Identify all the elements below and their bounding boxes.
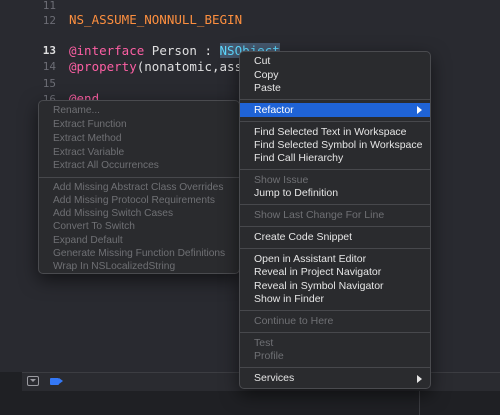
macro-token: NS_ASSUME_NONNULL_BEGIN [69,12,243,27]
menu-item-extract-variable[interactable]: Extract Variable [39,146,239,159]
property-attributes-text: (nonatomic,ass [136,59,243,74]
line-number: 14 [42,60,56,73]
menu-separator [240,169,430,170]
menu-item-show-last-change[interactable]: Show Last Change For Line [240,209,430,222]
menu-item-add-missing-protocol-requirements[interactable]: Add Missing Protocol Requirements [39,194,239,207]
menu-item-expand-default[interactable]: Expand Default [39,234,239,247]
refactor-submenu: Rename... Extract Function Extract Metho… [38,100,240,274]
menu-separator [240,99,430,100]
menu-item-extract-method[interactable]: Extract Method [39,132,239,145]
menu-item-test[interactable]: Test [240,337,430,350]
menu-item-convert-to-switch[interactable]: Convert To Switch [39,220,239,233]
menu-item-profile[interactable]: Profile [240,350,430,363]
menu-separator [240,332,430,333]
line-number-current: 13 [42,44,56,57]
menu-separator [240,226,430,227]
menu-item-rename[interactable]: Rename... [39,104,239,117]
menu-item-copy[interactable]: Copy [240,69,430,82]
menu-item-reveal-project-navigator[interactable]: Reveal in Project Navigator [240,266,430,279]
menu-item-services-label: Services [254,372,295,384]
line-number: 15 [42,77,56,90]
menu-item-generate-missing-function-definitions[interactable]: Generate Missing Function Definitions [39,247,239,260]
menu-item-jump-to-definition[interactable]: Jump to Definition [240,187,430,200]
menu-item-cut[interactable]: Cut [240,55,430,68]
menu-item-find-selected-text[interactable]: Find Selected Text in Workspace [240,126,430,139]
pane-divider[interactable] [419,391,420,415]
menu-item-show-in-finder[interactable]: Show in Finder [240,293,430,306]
menu-item-add-missing-abstract-overrides[interactable]: Add Missing Abstract Class Overrides [39,181,239,194]
submenu-arrow-icon [417,106,422,114]
hide-debug-area-icon[interactable] [27,376,39,386]
menu-separator [39,177,239,178]
menu-item-continue-to-here[interactable]: Continue to Here [240,315,430,328]
menu-separator [240,310,430,311]
menu-item-add-missing-switch-cases[interactable]: Add Missing Switch Cases [39,207,239,220]
breakpoint-toggle-icon[interactable] [50,378,63,385]
menu-item-reveal-symbol-navigator[interactable]: Reveal in Symbol Navigator [240,280,430,293]
menu-item-find-selected-symbol[interactable]: Find Selected Symbol in Workspace [240,139,430,152]
menu-item-services[interactable]: Services [240,372,430,385]
left-strip [0,372,22,415]
keyword-token: @property [69,59,137,74]
submenu-arrow-icon [417,375,422,383]
menu-item-open-assistant-editor[interactable]: Open in Assistant Editor [240,253,430,266]
line-number: 11 [42,0,56,12]
menu-item-refactor[interactable]: Refactor [240,103,430,117]
menu-separator [240,367,430,368]
menu-separator [240,204,430,205]
menu-item-refactor-label: Refactor [254,104,294,116]
keyword-token: @interface [69,43,145,58]
menu-item-extract-function[interactable]: Extract Function [39,118,239,131]
menu-item-find-call-hierarchy[interactable]: Find Call Hierarchy [240,152,430,165]
code-line[interactable]: @property(nonatomic,ass [69,59,242,74]
menu-item-extract-all-occurrences[interactable]: Extract All Occurrences [39,159,239,172]
line-number: 12 [42,14,56,27]
menu-item-create-code-snippet[interactable]: Create Code Snippet [240,231,430,244]
context-menu: Cut Copy Paste Refactor Find Selected Te… [239,51,431,389]
menu-item-paste[interactable]: Paste [240,82,430,95]
menu-item-wrap-in-nslocalizedstring[interactable]: Wrap In NSLocalizedString [39,260,239,273]
menu-separator [240,121,430,122]
class-declaration-text: Person : [144,43,220,58]
menu-item-show-issue[interactable]: Show Issue [240,174,430,187]
debug-area [22,391,500,415]
code-line[interactable]: NS_ASSUME_NONNULL_BEGIN [69,12,242,27]
menu-separator [240,248,430,249]
